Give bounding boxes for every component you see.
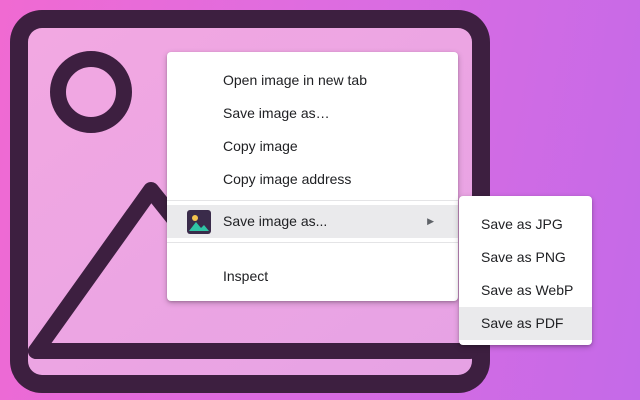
menu-separator — [167, 242, 458, 243]
menu-item-inspect[interactable]: Inspect — [167, 260, 458, 293]
extension-image-icon — [187, 210, 211, 234]
menu-item-save-image-as[interactable]: Save image as… — [167, 97, 458, 130]
menu-item-label: Copy image address — [223, 171, 352, 187]
submenu-item-label: Save as PNG — [481, 249, 566, 265]
submenu-item-label: Save as PDF — [481, 315, 564, 331]
context-menu: Open image in new tab Save image as… Cop… — [167, 52, 458, 301]
menu-item-label: Inspect — [223, 268, 269, 284]
menu-item-copy-image[interactable]: Copy image — [167, 130, 458, 163]
menu-item-open-image-new-tab[interactable]: Open image in new tab — [167, 64, 458, 97]
submenu-item-save-as-pdf[interactable]: Save as PDF — [459, 307, 592, 340]
submenu-item-save-as-jpg[interactable]: Save as JPG — [459, 208, 592, 241]
submenu-item-save-as-webp[interactable]: Save as WebP — [459, 274, 592, 307]
menu-item-label: Save image as... — [223, 213, 328, 229]
menu-separator — [167, 200, 458, 201]
menu-item-label: Open image in new tab — [223, 72, 367, 88]
menu-item-extension-save-image-as[interactable]: Save image as... ▶ — [167, 205, 458, 238]
menu-item-label: Save image as… — [223, 105, 330, 121]
menu-item-copy-image-address[interactable]: Copy image address — [167, 163, 458, 196]
submenu-item-save-as-png[interactable]: Save as PNG — [459, 241, 592, 274]
save-as-submenu: Save as JPG Save as PNG Save as WebP Sav… — [459, 196, 592, 345]
submenu-item-label: Save as WebP — [481, 282, 574, 298]
menu-item-label: Copy image — [223, 138, 298, 154]
submenu-item-label: Save as JPG — [481, 216, 563, 232]
submenu-arrow-icon: ▶ — [427, 216, 434, 226]
